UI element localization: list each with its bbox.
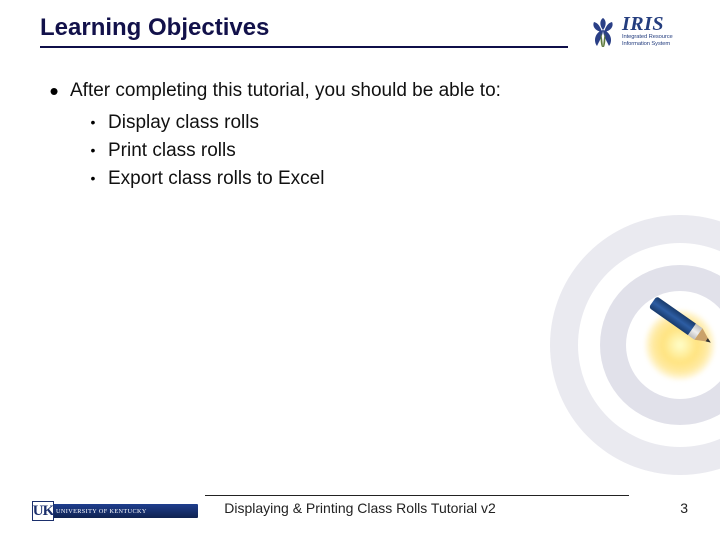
bullet-dot-icon: •	[88, 112, 98, 132]
iris-logo-subtitle-2: Information System	[622, 42, 673, 48]
list-item: • Display class rolls	[88, 112, 680, 134]
list-item-text: Display class rolls	[108, 112, 259, 134]
iris-logo: IRIS Integrated Resource Information Sys…	[588, 10, 684, 52]
footer-doc-title: Displaying & Printing Class Rolls Tutori…	[224, 500, 496, 516]
pencil-icon	[649, 296, 714, 348]
iris-flower-icon	[588, 14, 618, 48]
page-title: Learning Objectives	[40, 14, 680, 42]
list-item: • Print class rolls	[88, 140, 680, 162]
intro-text: After completing this tutorial, you shou…	[70, 80, 501, 102]
university-logo-bar: UK UNIVERSITY OF KENTUCKY	[36, 504, 198, 518]
slide-header: Learning Objectives IRIS Integrated Reso	[0, 0, 720, 48]
bullet-dot-icon: •	[48, 82, 60, 100]
footer-divider	[205, 495, 629, 496]
institution-name: UNIVERSITY OF KENTUCKY	[56, 508, 147, 515]
page-number: 3	[680, 500, 688, 516]
list-item-text: Print class rolls	[108, 140, 236, 162]
objectives-list: • Display class rolls • Print class roll…	[48, 112, 680, 190]
bullet-dot-icon: •	[88, 140, 98, 160]
decorative-target-graphic	[550, 215, 720, 475]
list-item-text: Export class rolls to Excel	[108, 168, 324, 190]
uk-monogram-icon: UK	[32, 501, 54, 521]
list-item: • Export class rolls to Excel	[88, 168, 680, 190]
bullet-dot-icon: •	[88, 168, 98, 188]
iris-logo-name: IRIS	[622, 14, 673, 34]
slide-footer: UK UNIVERSITY OF KENTUCKY Displaying & P…	[0, 482, 720, 526]
slide-content: • After completing this tutorial, you sh…	[0, 48, 720, 190]
intro-bullet: • After completing this tutorial, you sh…	[48, 80, 680, 102]
